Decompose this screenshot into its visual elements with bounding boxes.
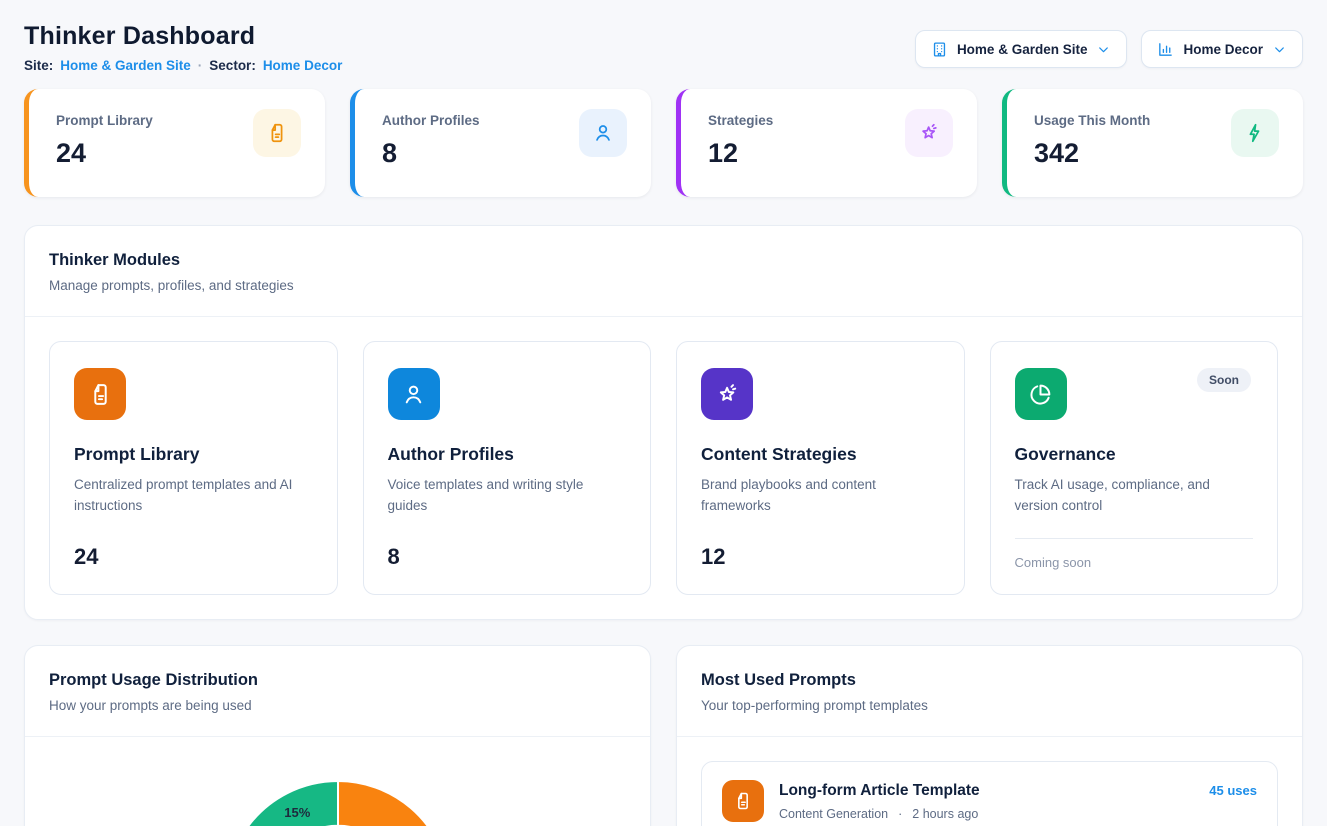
file-text-icon [266,122,288,144]
modules-grid: Prompt Library Centralized prompt templa… [25,317,1302,619]
file-text-icon [88,382,113,407]
stat-text: Usage This Month 342 [1034,113,1150,197]
modules-panel-header: Thinker Modules Manage prompts, profiles… [25,226,1302,317]
stat-value: 342 [1034,138,1150,169]
module-icon-box [388,368,440,420]
stat-label: Usage This Month [1034,113,1150,128]
prompt-item-title: Long-form Article Template [779,782,1194,800]
sector-selector-button[interactable]: Home Decor [1141,30,1303,68]
stat-label: Author Profiles [382,113,480,128]
item-icon-box [722,780,764,822]
prompt-uses-badge: 45 uses [1209,783,1257,798]
sector-link[interactable]: Home Decor [263,58,343,73]
module-icon-box [74,368,126,420]
page-title: Thinker Dashboard [24,22,342,51]
sector-label: Sector: [209,58,256,73]
module-title: Governance [1015,444,1254,465]
prompts-title: Most Used Prompts [701,671,1278,690]
prompts-card-header: Most Used Prompts Your top-performing pr… [677,646,1302,737]
module-count: 8 [388,530,627,570]
modules-subtitle: Manage prompts, profiles, and strategies [49,278,1278,293]
prompts-subtitle: Your top-performing prompt templates [701,698,1278,713]
pie-chart-icon [1028,382,1053,407]
sparkle-star-icon [918,122,940,144]
stat-icon-box [579,109,627,157]
module-icon-box [1015,368,1067,420]
zap-icon [1244,122,1266,144]
module-description: Centralized prompt templates and AI inst… [74,475,313,517]
stat-card-usage: Usage This Month 342 [1002,89,1303,197]
stat-value: 12 [708,138,773,169]
module-count: 12 [701,530,940,570]
donut-segment-orange [338,781,450,826]
separator-dot: · [198,58,203,73]
module-title: Prompt Library [74,444,313,465]
stat-text: Author Profiles 8 [382,113,480,197]
module-count: 24 [74,530,313,570]
stat-text: Prompt Library 24 [56,113,153,197]
site-selector-button[interactable]: Home & Garden Site [915,30,1128,68]
site-label: Site: [24,58,53,73]
sparkle-star-icon [715,382,740,407]
usage-distribution-card: Prompt Usage Distribution How your promp… [24,645,651,826]
stat-card-strategies: Strategies 12 [676,89,977,197]
stat-icon-box [905,109,953,157]
user-icon [592,122,614,144]
bar-chart-icon [1157,41,1174,58]
site-selector-label: Home & Garden Site [957,42,1088,57]
stat-value: 8 [382,138,480,169]
sector-selector-label: Home Decor [1183,42,1263,57]
breadcrumb: Site: Home & Garden Site · Sector: Home … [24,58,342,73]
module-card-author-profiles[interactable]: Author Profiles Voice templates and writ… [363,341,652,595]
separator-dot: · [898,807,902,821]
module-card-prompt-library[interactable]: Prompt Library Centralized prompt templa… [49,341,338,595]
site-link[interactable]: Home & Garden Site [60,58,191,73]
bottom-row: Prompt Usage Distribution How your promp… [24,645,1303,826]
stat-value: 24 [56,138,153,169]
soon-badge: Soon [1197,368,1251,392]
donut-segment-label: 15% [284,805,310,820]
stat-label: Prompt Library [56,113,153,128]
modules-title: Thinker Modules [49,251,1278,270]
prompt-list: Long-form Article Template Content Gener… [677,737,1302,826]
module-description: Voice templates and writing style guides [388,475,627,517]
building-icon [931,41,948,58]
stat-icon-box [253,109,301,157]
dashboard-page: Thinker Dashboard Site: Home & Garden Si… [0,0,1327,826]
module-card-governance: Soon Governance Track AI usage, complian… [990,341,1279,595]
thinker-modules-panel: Thinker Modules Manage prompts, profiles… [24,225,1303,620]
user-icon [401,382,426,407]
chevron-down-icon [1272,42,1287,57]
donut-chart: 15% [25,737,650,826]
module-title: Content Strategies [701,444,940,465]
stat-card-author-profiles: Author Profiles 8 [350,89,651,197]
stat-icon-box [1231,109,1279,157]
chevron-down-icon [1096,42,1111,57]
stat-text: Strategies 12 [708,113,773,197]
item-main: Long-form Article Template Content Gener… [779,782,1194,821]
module-card-content-strategies[interactable]: Content Strategies Brand playbooks and c… [676,341,965,595]
prompt-time: 2 hours ago [912,807,978,821]
prompt-list-item[interactable]: Long-form Article Template Content Gener… [701,761,1278,826]
usage-title: Prompt Usage Distribution [49,671,626,690]
stat-label: Strategies [708,113,773,128]
file-text-icon [733,791,753,811]
most-used-prompts-card: Most Used Prompts Your top-performing pr… [676,645,1303,826]
header-selectors: Home & Garden Site Home Decor [915,30,1303,68]
prompt-item-meta: Content Generation · 2 hours ago [779,807,1194,821]
stats-row: Prompt Library 24 Author Profiles 8 Stra… [24,89,1303,197]
header-left: Thinker Dashboard Site: Home & Garden Si… [24,22,342,73]
page-header: Thinker Dashboard Site: Home & Garden Si… [24,0,1303,73]
module-icon-box [701,368,753,420]
usage-card-header: Prompt Usage Distribution How your promp… [25,646,650,737]
usage-subtitle: How your prompts are being used [49,698,626,713]
coming-soon-text: Coming soon [1015,539,1254,570]
module-title: Author Profiles [388,444,627,465]
donut-chart-svg: 15% [221,776,455,826]
prompt-category: Content Generation [779,807,888,821]
module-description: Brand playbooks and content frameworks [701,475,940,517]
stat-card-prompt-library: Prompt Library 24 [24,89,325,197]
module-description: Track AI usage, compliance, and version … [1015,475,1254,517]
